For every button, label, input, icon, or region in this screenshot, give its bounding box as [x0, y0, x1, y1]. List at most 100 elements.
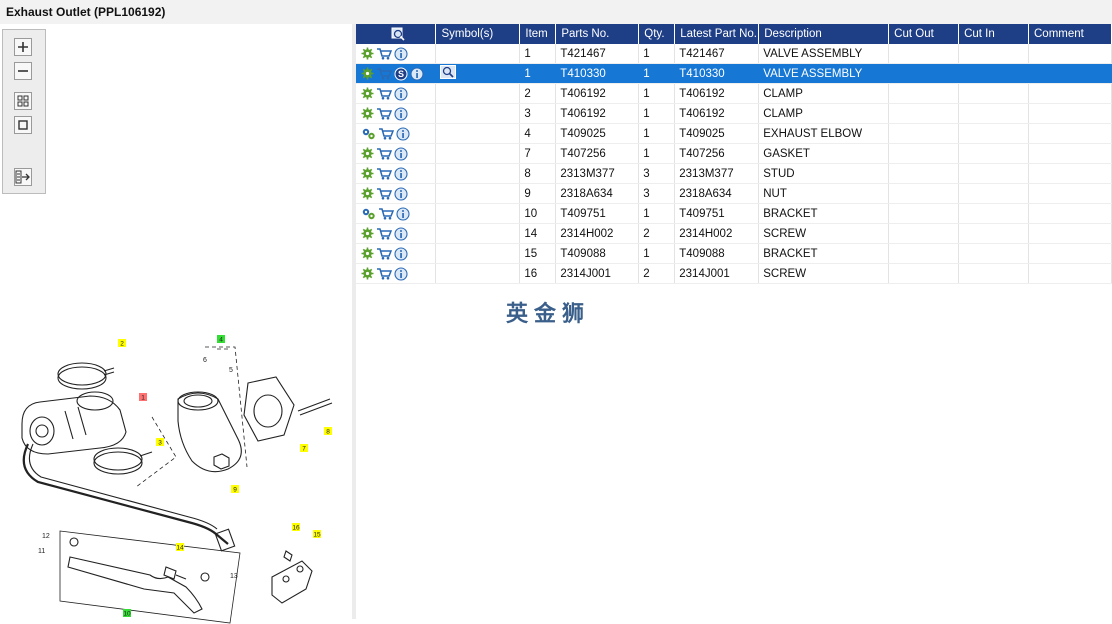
zoom-in-button[interactable] [14, 38, 32, 56]
callout-badge[interactable]: 9 [231, 485, 239, 494]
cut-in-cell [958, 183, 1029, 204]
item-cell: 16 [519, 263, 557, 284]
latest-part-number-cell: 2313M377 [674, 163, 760, 184]
info-icon[interactable] [394, 246, 408, 261]
cut-in-cell [958, 103, 1029, 124]
table-row[interactable]: 9 2318A634 3 2318A634 NUT [356, 183, 1112, 204]
cart-icon[interactable] [378, 127, 394, 140]
part-number-cell: T409751 [555, 203, 640, 224]
info-icon[interactable] [394, 86, 408, 101]
symbols-cell [435, 203, 521, 224]
column-header-qty[interactable]: Qty. [638, 24, 676, 44]
table-row[interactable]: 7 T407256 1 T407256 GASKET [356, 143, 1112, 164]
viewer-toolbar [2, 29, 46, 194]
column-header-cut-in[interactable]: Cut In [958, 24, 1029, 44]
quantity-cell: 1 [638, 83, 676, 104]
item-cell: 4 [519, 123, 557, 144]
comment-cell [1028, 83, 1112, 104]
valve-assembly-part-1[interactable] [21, 395, 127, 455]
table-row[interactable]: 1 T421467 1 T421467 VALVE ASSEMBLY [356, 44, 1112, 64]
column-header-cut-out[interactable]: Cut Out [888, 24, 960, 44]
row-actions-cell [356, 223, 437, 244]
cart-icon[interactable] [376, 187, 392, 200]
column-header-description[interactable]: Description [758, 24, 890, 44]
export-button[interactable] [14, 168, 32, 186]
callout-badge[interactable]: 8 [324, 427, 332, 436]
latest-part-number-cell: T406192 [674, 103, 760, 124]
cart-icon[interactable] [376, 67, 392, 80]
info-icon[interactable] [396, 206, 410, 221]
fit-all-icon [17, 95, 29, 107]
info-icon[interactable] [394, 186, 408, 201]
clamp-part-2[interactable] [57, 362, 107, 386]
callout-label: 9 [233, 487, 237, 494]
item-cell: 1 [519, 63, 557, 84]
fit-all-button[interactable] [14, 92, 32, 110]
table-row[interactable]: S 1 T410330 1 T410330 VALVE ASSEMBLY [356, 63, 1112, 84]
nut-part-9[interactable] [213, 453, 230, 470]
cart-icon[interactable] [376, 107, 392, 120]
info-icon[interactable] [394, 146, 408, 161]
table-row[interactable]: 15 T409088 1 T409088 BRACKET [356, 243, 1112, 264]
info-icon[interactable] [396, 126, 410, 141]
info-icon[interactable] [394, 46, 408, 61]
zoom-out-button[interactable] [14, 62, 32, 80]
clamp-part-3[interactable] [93, 447, 143, 471]
bracket-part-15[interactable] [271, 560, 313, 604]
gear-icon [361, 247, 374, 260]
cart-icon[interactable] [376, 247, 392, 260]
callout-badge[interactable]: 2 [118, 339, 126, 348]
callout-label: 1 [141, 395, 145, 402]
info-icon[interactable] [410, 66, 424, 81]
item-cell: 3 [519, 103, 557, 124]
cut-in-cell [958, 63, 1029, 84]
callout-badge[interactable]: 14 [176, 543, 184, 552]
grid-header-row: Symbol(s) Item Parts No. Qty. Latest Par… [356, 24, 1112, 44]
exploded-parts-diagram[interactable]: 6 5 12 11 13 241387916151410 [0, 299, 350, 624]
fit-page-button[interactable] [14, 116, 32, 134]
table-row[interactable]: 10 T409751 1 T409751 BRACKET [356, 203, 1112, 224]
cart-icon[interactable] [376, 167, 392, 180]
callout-badge[interactable]: 15 [313, 530, 321, 539]
table-row[interactable]: 8 2313M377 3 2313M377 STUD [356, 163, 1112, 184]
row-actions-cell [356, 103, 437, 124]
column-header-symbols[interactable]: Symbol(s) [435, 24, 521, 44]
table-row[interactable]: 16 2314J001 2 2314J001 SCREW [356, 263, 1112, 284]
latest-part-number-cell: 2318A634 [674, 183, 760, 204]
info-icon[interactable] [394, 106, 408, 121]
column-header-search[interactable] [356, 24, 437, 44]
table-row[interactable]: 2 T406192 1 T406192 CLAMP [356, 83, 1112, 104]
export-icon [15, 170, 30, 184]
info-icon[interactable] [394, 226, 408, 241]
callout-badge[interactable]: 4 [217, 335, 225, 344]
cart-icon[interactable] [376, 87, 392, 100]
cart-icon[interactable] [378, 207, 394, 220]
table-row[interactable]: 4 T409025 1 T409025 EXHAUST ELBOW [356, 123, 1112, 144]
callout-badge[interactable]: 10 [123, 609, 131, 618]
callout-label: 14 [176, 545, 184, 552]
magnify-icon[interactable] [440, 65, 457, 79]
comment-cell [1028, 143, 1112, 164]
column-header-comment[interactable]: Comment [1028, 24, 1112, 44]
callout-badge[interactable]: 16 [292, 523, 300, 532]
column-header-latest-part-no[interactable]: Latest Part No. [674, 24, 760, 44]
stud-part-8[interactable] [297, 398, 333, 416]
table-row[interactable]: 14 2314H002 2 2314H002 SCREW [356, 223, 1112, 244]
cart-icon[interactable] [376, 47, 392, 60]
callout-badge[interactable]: 3 [156, 438, 164, 447]
latest-part-number-cell: 2314H002 [674, 223, 760, 244]
callout-badge[interactable]: 7 [300, 444, 308, 453]
cart-icon[interactable] [376, 267, 392, 280]
info-icon[interactable] [394, 266, 408, 281]
column-header-item[interactable]: Item [519, 24, 557, 44]
column-header-parts-no[interactable]: Parts No. [555, 24, 640, 44]
symbols-cell [435, 44, 521, 64]
gasket-part-7[interactable] [243, 376, 295, 442]
info-icon[interactable] [394, 166, 408, 181]
cart-icon[interactable] [376, 147, 392, 160]
callout-badge[interactable]: 1 [139, 393, 147, 402]
description-cell: GASKET [758, 143, 890, 164]
table-row[interactable]: 3 T406192 1 T406192 CLAMP [356, 103, 1112, 124]
cut-out-cell [888, 83, 960, 104]
cart-icon[interactable] [376, 227, 392, 240]
